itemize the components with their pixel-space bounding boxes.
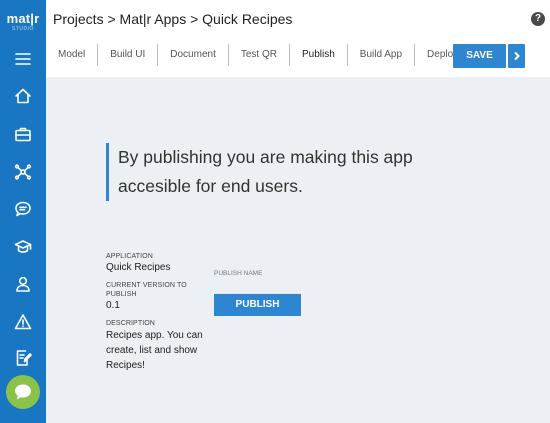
logo-text: mat|r	[6, 11, 40, 26]
application-value: Quick Recipes	[106, 262, 171, 273]
publish-button[interactable]: PUBLISH	[214, 294, 301, 316]
publish-name-input[interactable]	[214, 283, 300, 294]
version-value: 0.1	[106, 300, 120, 311]
publish-name-field: PUBLISH NAME	[214, 269, 300, 296]
help-icon[interactable]: ?	[531, 12, 545, 26]
tab-document[interactable]: Document	[158, 44, 229, 66]
home-icon[interactable]	[8, 82, 38, 110]
briefcase-icon[interactable]	[8, 120, 38, 148]
chevron-right-icon	[513, 51, 520, 61]
builder-tabs: Model Build UI Document Test QR Publish …	[46, 42, 470, 68]
logo-subtext: STUDIO	[12, 26, 34, 32]
user-icon[interactable]	[8, 270, 38, 298]
app-root: mat|r STUDIO Projects > Mat|r Apps > Qui…	[0, 0, 550, 423]
document-edit-icon[interactable]	[8, 344, 38, 372]
sidebar: mat|r STUDIO	[0, 0, 46, 423]
app-info: APPLICATION Quick Recipes CURRENT VERSIO…	[106, 252, 206, 379]
matr-logo[interactable]: mat|r STUDIO	[0, 6, 46, 36]
version-label: CURRENT VERSION TO PUBLISH	[106, 282, 187, 298]
tab-build-ui[interactable]: Build UI	[98, 44, 159, 66]
chat-icon[interactable]	[8, 195, 38, 223]
tab-test-qr[interactable]: Test QR	[229, 44, 290, 66]
network-icon[interactable]	[8, 158, 38, 186]
publish-name-label: PUBLISH NAME	[214, 270, 263, 277]
next-button[interactable]	[508, 44, 525, 68]
menu-icon[interactable]	[8, 45, 38, 73]
warning-icon[interactable]	[8, 308, 38, 336]
breadcrumb[interactable]: Projects > Mat|r Apps > Quick Recipes	[53, 11, 292, 27]
tab-build-app[interactable]: Build App	[348, 44, 416, 66]
description-value: Recipes app. You can create, list and sh…	[106, 330, 203, 371]
tab-model[interactable]: Model	[46, 44, 99, 66]
publish-headline-block: By publishing you are making this app ac…	[106, 143, 436, 201]
description-label: DESCRIPTION	[106, 320, 155, 327]
application-label: APPLICATION	[106, 253, 153, 260]
publish-panel: By publishing you are making this app ac…	[46, 77, 550, 423]
tab-publish[interactable]: Publish	[290, 44, 348, 66]
publish-headline: By publishing you are making this app ac…	[118, 147, 413, 196]
chat-bubble-icon	[15, 384, 31, 400]
graduation-cap-icon[interactable]	[8, 233, 38, 261]
save-button[interactable]: SAVE	[453, 44, 506, 68]
chat-widget-button[interactable]	[6, 375, 40, 409]
